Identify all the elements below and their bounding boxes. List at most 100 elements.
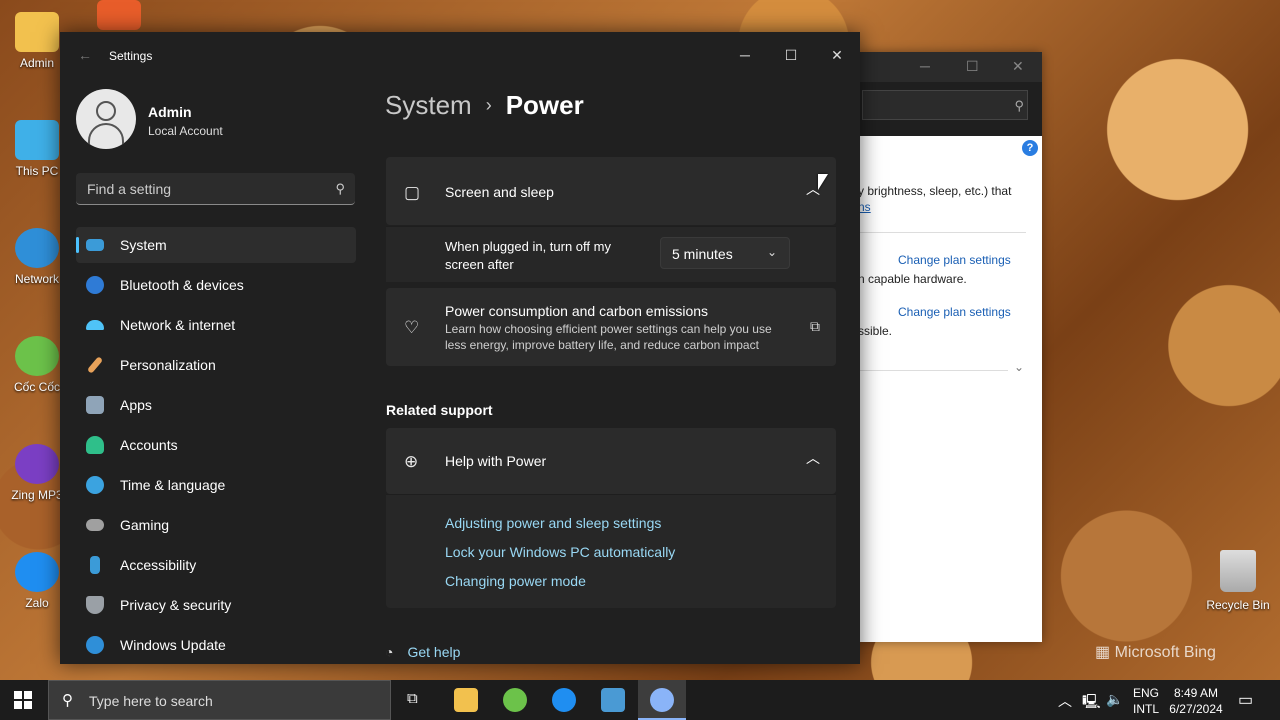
help-links-panel: Adjusting power and sleep settings Lock … [386, 494, 836, 608]
nav-label: Gaming [120, 517, 170, 533]
keyboard-layout: INTL [1133, 702, 1160, 716]
power-consumption-card[interactable]: ♡ Power consumption and carbon emissions… [386, 288, 836, 366]
nav-label: Bluetooth & devices [120, 277, 244, 293]
start-button[interactable] [14, 691, 32, 709]
volume-icon[interactable]: 🔈 [1106, 691, 1123, 708]
screen-sleep-title: Screen and sleep [445, 184, 554, 200]
computer-icon [15, 120, 59, 160]
gear-icon [650, 688, 674, 712]
help-icon[interactable]: ? [1022, 140, 1038, 156]
coccoc-button[interactable] [491, 680, 539, 720]
search-placeholder: Find a setting [87, 181, 172, 197]
search-icon: ⚲ [335, 181, 345, 196]
help-with-power-card[interactable]: ⊕ Help with Power ︿ [386, 428, 836, 494]
chevron-up-icon[interactable]: ︿ [806, 448, 820, 468]
nav-item-apps[interactable]: Apps [76, 387, 356, 423]
desktop-app-partial[interactable] [84, 0, 154, 34]
chevron-up-icon[interactable]: ︿ [1058, 691, 1072, 711]
minimize-button[interactable]: ─ [730, 40, 760, 70]
control-panel-button[interactable] [589, 680, 637, 720]
plugged-in-sleep-row: When plugged in, turn off my screen afte… [386, 226, 836, 282]
settings-titlebar: ← Settings ─ ☐ ✕ [60, 32, 860, 80]
bing-watermark-text: Microsoft Bing [1114, 644, 1216, 661]
control-panel-search-input[interactable] [862, 90, 1028, 120]
divider [858, 370, 1008, 371]
accessibility-icon [90, 556, 100, 574]
back-arrow-icon[interactable]: ← [78, 47, 92, 63]
taskbar-search-box[interactable]: ⚲ Type here to search [48, 680, 391, 720]
clock[interactable]: 8:49 AM 6/27/2024 [1167, 685, 1225, 717]
window-title: Settings [109, 49, 153, 63]
help-link-power-sleep[interactable]: Adjusting power and sleep settings [445, 515, 661, 531]
notification-icon[interactable]: ▭ [1238, 690, 1253, 710]
find-setting-input[interactable]: Find a setting ⚲ [76, 173, 355, 205]
bing-logo-icon: ▦ [1095, 644, 1115, 661]
nav-item-accessibility[interactable]: Accessibility [76, 547, 356, 583]
breadcrumb: System › Power [385, 90, 584, 121]
control-panel-window[interactable]: ─ ☐ ✕ ⚲ ? y brightness, sleep, etc.) tha… [858, 52, 1042, 642]
screen-and-sleep-card[interactable]: ▢ Screen and sleep ︿ [386, 157, 836, 225]
nav-label: Accounts [120, 437, 178, 453]
nav-item-accounts[interactable]: Accounts [76, 427, 356, 463]
nav-item-privacy[interactable]: Privacy & security [76, 587, 356, 623]
coccoc-icon [503, 688, 527, 712]
cp-text-3: ssible. [858, 324, 893, 338]
gamepad-icon [86, 519, 104, 531]
settings-button[interactable] [638, 680, 686, 720]
maximize-icon[interactable]: ☐ [966, 58, 979, 75]
clock-time: 8:49 AM [1173, 686, 1219, 700]
task-view-button[interactable]: ⧉ [392, 680, 440, 720]
screen-timeout-dropdown[interactable]: 5 minutes ⌄ [660, 237, 790, 269]
help-link-power-mode[interactable]: Changing power mode [445, 573, 586, 589]
control-panel-search: ⚲ [858, 82, 1042, 136]
leaf-icon: ♡ [404, 318, 420, 337]
breadcrumb-parent[interactable]: System [385, 90, 472, 120]
apps-icon [86, 396, 104, 414]
nav-item-bluetooth[interactable]: Bluetooth & devices [76, 267, 356, 303]
input-language[interactable]: ENG INTL [1133, 685, 1159, 717]
task-view-icon: ⧉ [407, 690, 418, 707]
network-icon[interactable]: 🖳 [1082, 691, 1101, 715]
change-plan-settings-link-2[interactable]: Change plan settings [898, 305, 1011, 319]
nav-label: Time & language [120, 477, 226, 493]
related-support-heading: Related support [386, 402, 493, 418]
chevron-down-icon[interactable]: ⌄ [1014, 360, 1024, 374]
file-explorer-button[interactable] [442, 680, 490, 720]
control-panel-icon [601, 688, 625, 712]
nav-item-windows-update[interactable]: Windows Update [76, 627, 356, 663]
plugged-in-label: When plugged in, turn off my screen afte… [445, 239, 611, 272]
nav-item-gaming[interactable]: Gaming [76, 507, 356, 543]
nav-item-time-language[interactable]: Time & language [76, 467, 356, 503]
brush-icon [86, 356, 104, 374]
nav-label: Accessibility [120, 557, 197, 573]
system-icon [86, 239, 104, 251]
mouse-cursor-icon [818, 174, 828, 190]
accounts-icon [86, 436, 104, 454]
close-icon[interactable]: ✕ [1012, 58, 1024, 75]
change-plan-settings-link-1[interactable]: Change plan settings [898, 253, 1011, 267]
coccoc-icon [15, 336, 59, 376]
get-help-link[interactable]: ◔ Get help [385, 644, 460, 660]
avatar [76, 89, 136, 149]
close-button[interactable]: ✕ [822, 40, 852, 70]
carbon-title: Power consumption and carbon emissions [445, 303, 709, 319]
minimize-icon[interactable]: ─ [920, 58, 930, 74]
screen-timeout-value: 5 minutes [672, 246, 733, 262]
language-code: ENG [1133, 686, 1160, 700]
nav-item-system[interactable]: System [76, 227, 356, 263]
maximize-button[interactable]: ☐ [776, 40, 806, 70]
clock-date: 6/27/2024 [1169, 702, 1223, 716]
zalo-icon [552, 688, 576, 712]
help-chat-icon: ◔ [385, 644, 394, 660]
desktop-icon-recycle-bin[interactable]: Recycle Bin [1203, 550, 1273, 612]
nav-item-personalization[interactable]: Personalization [76, 347, 356, 383]
network-icon [15, 228, 59, 268]
page-title: Power [505, 90, 584, 120]
nav-item-network[interactable]: Network & internet [76, 307, 356, 343]
zalo-button[interactable] [540, 680, 588, 720]
bluetooth-icon [86, 276, 104, 294]
external-link-icon: ⧉ [810, 318, 820, 334]
chevron-right-icon: › [485, 95, 492, 115]
help-link-lock-pc[interactable]: Lock your Windows PC automatically [445, 544, 675, 560]
control-panel-titlebar: ─ ☐ ✕ [858, 52, 1042, 82]
